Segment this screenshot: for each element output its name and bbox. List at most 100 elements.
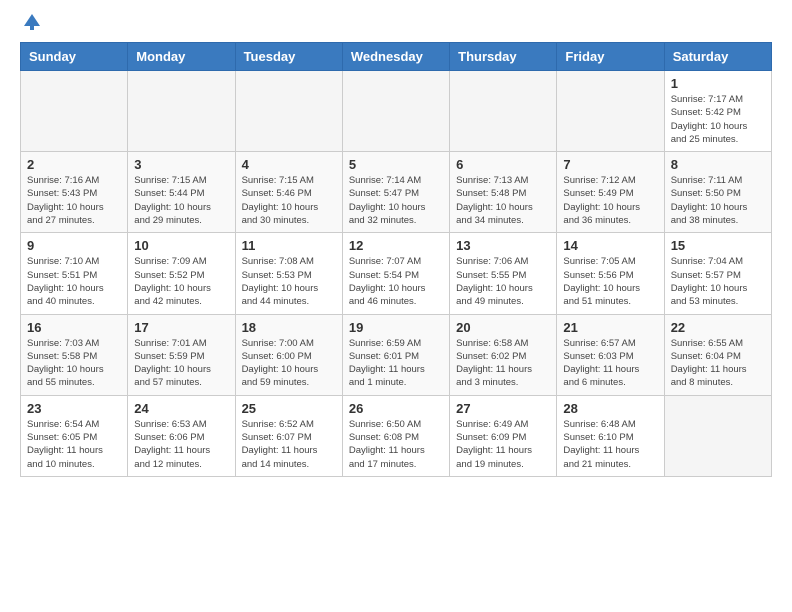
day-info: Sunrise: 7:04 AM Sunset: 5:57 PM Dayligh…	[671, 255, 765, 308]
day-info: Sunrise: 6:58 AM Sunset: 6:02 PM Dayligh…	[456, 337, 550, 390]
calendar-table: SundayMondayTuesdayWednesdayThursdayFrid…	[20, 42, 772, 477]
day-number: 27	[456, 401, 550, 416]
day-info: Sunrise: 6:49 AM Sunset: 6:09 PM Dayligh…	[456, 418, 550, 471]
day-number: 3	[134, 157, 228, 172]
day-number: 21	[563, 320, 657, 335]
day-number: 19	[349, 320, 443, 335]
calendar-week-row: 16 Sunrise: 7:03 AM Sunset: 5:58 PM Dayli…	[21, 314, 772, 395]
day-number: 14	[563, 238, 657, 253]
calendar-header-monday: Monday	[128, 43, 235, 71]
calendar-cell: 23 Sunrise: 6:54 AM Sunset: 6:05 PM Dayli…	[21, 395, 128, 476]
day-number: 6	[456, 157, 550, 172]
calendar-cell: 24Sunrise: 6:53 AM Sunset: 6:06 PM Dayli…	[128, 395, 235, 476]
day-info: Sunrise: 7:03 AM Sunset: 5:58 PM Dayligh…	[27, 337, 121, 390]
calendar-cell	[557, 71, 664, 152]
day-number: 17	[134, 320, 228, 335]
calendar-cell: 9 Sunrise: 7:10 AM Sunset: 5:51 PM Daylig…	[21, 233, 128, 314]
day-number: 12	[349, 238, 443, 253]
day-number: 2	[27, 157, 121, 172]
calendar-cell: 16 Sunrise: 7:03 AM Sunset: 5:58 PM Dayli…	[21, 314, 128, 395]
day-info: Sunrise: 7:12 AM Sunset: 5:49 PM Dayligh…	[563, 174, 657, 227]
day-info: Sunrise: 7:00 AM Sunset: 6:00 PM Dayligh…	[242, 337, 336, 390]
day-number: 1	[671, 76, 765, 91]
day-number: 11	[242, 238, 336, 253]
day-number: 22	[671, 320, 765, 335]
calendar-header-wednesday: Wednesday	[342, 43, 449, 71]
day-info: Sunrise: 6:50 AM Sunset: 6:08 PM Dayligh…	[349, 418, 443, 471]
calendar-cell	[342, 71, 449, 152]
day-info: Sunrise: 6:55 AM Sunset: 6:04 PM Dayligh…	[671, 337, 765, 390]
calendar-cell: 25 Sunrise: 6:52 AM Sunset: 6:07 PM Dayli…	[235, 395, 342, 476]
calendar-header-thursday: Thursday	[450, 43, 557, 71]
calendar-cell: 13 Sunrise: 7:06 AM Sunset: 5:55 PM Dayli…	[450, 233, 557, 314]
calendar-cell: 5 Sunrise: 7:14 AM Sunset: 5:47 PM Daylig…	[342, 152, 449, 233]
calendar-cell	[21, 71, 128, 152]
calendar-cell: 11Sunrise: 7:08 AM Sunset: 5:53 PM Dayli…	[235, 233, 342, 314]
logo-icon	[22, 12, 42, 32]
calendar-cell: 10 Sunrise: 7:09 AM Sunset: 5:52 PM Dayli…	[128, 233, 235, 314]
calendar-cell: 27 Sunrise: 6:49 AM Sunset: 6:09 PM Dayli…	[450, 395, 557, 476]
calendar-cell: 18 Sunrise: 7:00 AM Sunset: 6:00 PM Dayli…	[235, 314, 342, 395]
calendar-cell: 8 Sunrise: 7:11 AM Sunset: 5:50 PM Daylig…	[664, 152, 771, 233]
calendar-cell: 17Sunrise: 7:01 AM Sunset: 5:59 PM Dayli…	[128, 314, 235, 395]
calendar-cell: 21 Sunrise: 6:57 AM Sunset: 6:03 PM Dayli…	[557, 314, 664, 395]
day-number: 20	[456, 320, 550, 335]
day-number: 16	[27, 320, 121, 335]
calendar-week-row: 1 Sunrise: 7:17 AM Sunset: 5:42 PM Daylig…	[21, 71, 772, 152]
calendar-cell: 1 Sunrise: 7:17 AM Sunset: 5:42 PM Daylig…	[664, 71, 771, 152]
calendar-week-row: 23 Sunrise: 6:54 AM Sunset: 6:05 PM Dayli…	[21, 395, 772, 476]
day-info: Sunrise: 7:05 AM Sunset: 5:56 PM Dayligh…	[563, 255, 657, 308]
calendar-header-friday: Friday	[557, 43, 664, 71]
day-number: 24	[134, 401, 228, 416]
day-info: Sunrise: 7:14 AM Sunset: 5:47 PM Dayligh…	[349, 174, 443, 227]
day-number: 10	[134, 238, 228, 253]
calendar-cell: 20 Sunrise: 6:58 AM Sunset: 6:02 PM Dayli…	[450, 314, 557, 395]
calendar-week-row: 9 Sunrise: 7:10 AM Sunset: 5:51 PM Daylig…	[21, 233, 772, 314]
day-number: 28	[563, 401, 657, 416]
calendar-cell: 28 Sunrise: 6:48 AM Sunset: 6:10 PM Dayli…	[557, 395, 664, 476]
calendar-cell	[128, 71, 235, 152]
calendar-cell: 3 Sunrise: 7:15 AM Sunset: 5:44 PM Daylig…	[128, 152, 235, 233]
day-number: 13	[456, 238, 550, 253]
day-info: Sunrise: 6:54 AM Sunset: 6:05 PM Dayligh…	[27, 418, 121, 471]
day-info: Sunrise: 7:13 AM Sunset: 5:48 PM Dayligh…	[456, 174, 550, 227]
day-info: Sunrise: 7:15 AM Sunset: 5:46 PM Dayligh…	[242, 174, 336, 227]
day-number: 26	[349, 401, 443, 416]
day-number: 4	[242, 157, 336, 172]
day-info: Sunrise: 7:17 AM Sunset: 5:42 PM Dayligh…	[671, 93, 765, 146]
calendar-cell: 2Sunrise: 7:16 AM Sunset: 5:43 PM Daylig…	[21, 152, 128, 233]
day-info: Sunrise: 6:52 AM Sunset: 6:07 PM Dayligh…	[242, 418, 336, 471]
calendar-cell	[235, 71, 342, 152]
day-number: 15	[671, 238, 765, 253]
calendar-cell	[450, 71, 557, 152]
calendar-cell	[664, 395, 771, 476]
day-number: 5	[349, 157, 443, 172]
calendar-header-sunday: Sunday	[21, 43, 128, 71]
day-number: 7	[563, 157, 657, 172]
day-info: Sunrise: 6:48 AM Sunset: 6:10 PM Dayligh…	[563, 418, 657, 471]
day-number: 9	[27, 238, 121, 253]
calendar-header-row: SundayMondayTuesdayWednesdayThursdayFrid…	[21, 43, 772, 71]
day-number: 23	[27, 401, 121, 416]
day-info: Sunrise: 7:10 AM Sunset: 5:51 PM Dayligh…	[27, 255, 121, 308]
day-info: Sunrise: 6:59 AM Sunset: 6:01 PM Dayligh…	[349, 337, 443, 390]
day-info: Sunrise: 6:57 AM Sunset: 6:03 PM Dayligh…	[563, 337, 657, 390]
day-number: 8	[671, 157, 765, 172]
calendar-week-row: 2Sunrise: 7:16 AM Sunset: 5:43 PM Daylig…	[21, 152, 772, 233]
calendar-cell: 19 Sunrise: 6:59 AM Sunset: 6:01 PM Dayli…	[342, 314, 449, 395]
calendar-header-saturday: Saturday	[664, 43, 771, 71]
calendar-cell: 22 Sunrise: 6:55 AM Sunset: 6:04 PM Dayli…	[664, 314, 771, 395]
calendar-cell: 7 Sunrise: 7:12 AM Sunset: 5:49 PM Daylig…	[557, 152, 664, 233]
calendar-cell: 6 Sunrise: 7:13 AM Sunset: 5:48 PM Daylig…	[450, 152, 557, 233]
calendar-cell: 14 Sunrise: 7:05 AM Sunset: 5:56 PM Dayli…	[557, 233, 664, 314]
calendar-header-tuesday: Tuesday	[235, 43, 342, 71]
day-info: Sunrise: 7:06 AM Sunset: 5:55 PM Dayligh…	[456, 255, 550, 308]
day-info: Sunrise: 7:09 AM Sunset: 5:52 PM Dayligh…	[134, 255, 228, 308]
day-info: Sunrise: 7:11 AM Sunset: 5:50 PM Dayligh…	[671, 174, 765, 227]
day-info: Sunrise: 7:15 AM Sunset: 5:44 PM Dayligh…	[134, 174, 228, 227]
day-number: 25	[242, 401, 336, 416]
calendar-cell: 4 Sunrise: 7:15 AM Sunset: 5:46 PM Daylig…	[235, 152, 342, 233]
logo	[20, 20, 42, 32]
calendar-cell: 12Sunrise: 7:07 AM Sunset: 5:54 PM Dayli…	[342, 233, 449, 314]
day-number: 18	[242, 320, 336, 335]
